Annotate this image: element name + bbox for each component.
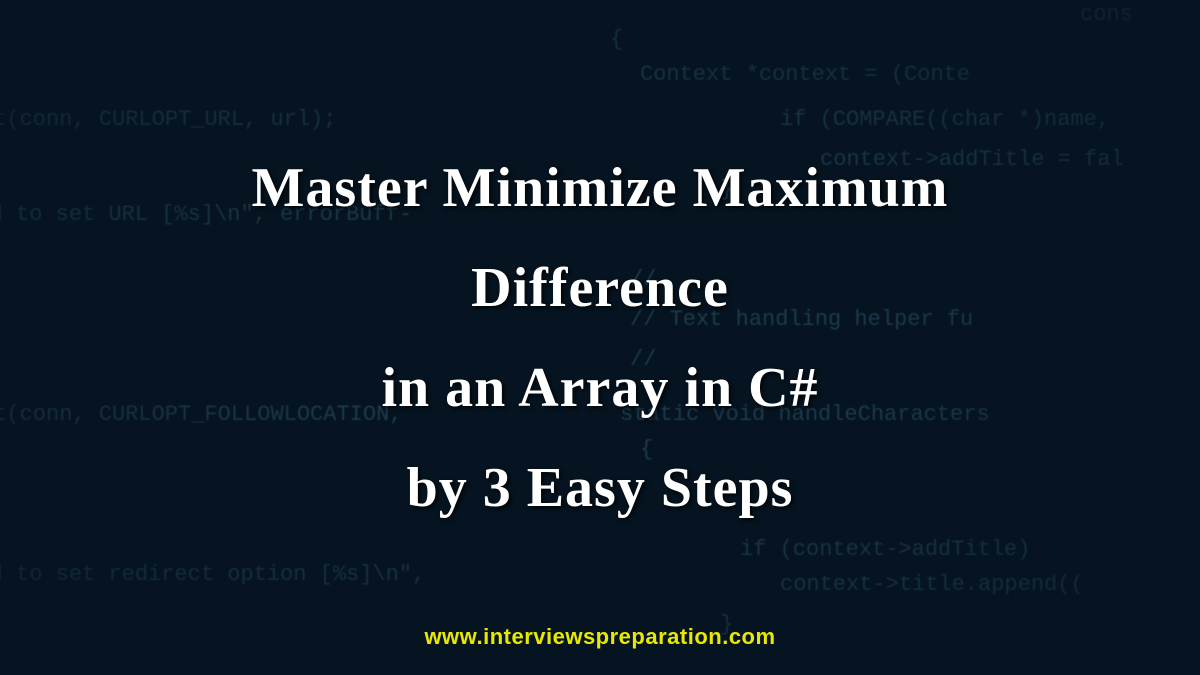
title-line-1: Master Minimize Maximum (252, 156, 949, 220)
title-line-3: in an Array in C# (381, 356, 818, 420)
title-container: Master Minimize Maximum Difference in an… (0, 0, 1200, 675)
title-line-4: by 3 Easy Steps (407, 456, 794, 520)
website-url: www.interviewspreparation.com (424, 624, 775, 650)
title-line-2: Difference (471, 256, 729, 320)
